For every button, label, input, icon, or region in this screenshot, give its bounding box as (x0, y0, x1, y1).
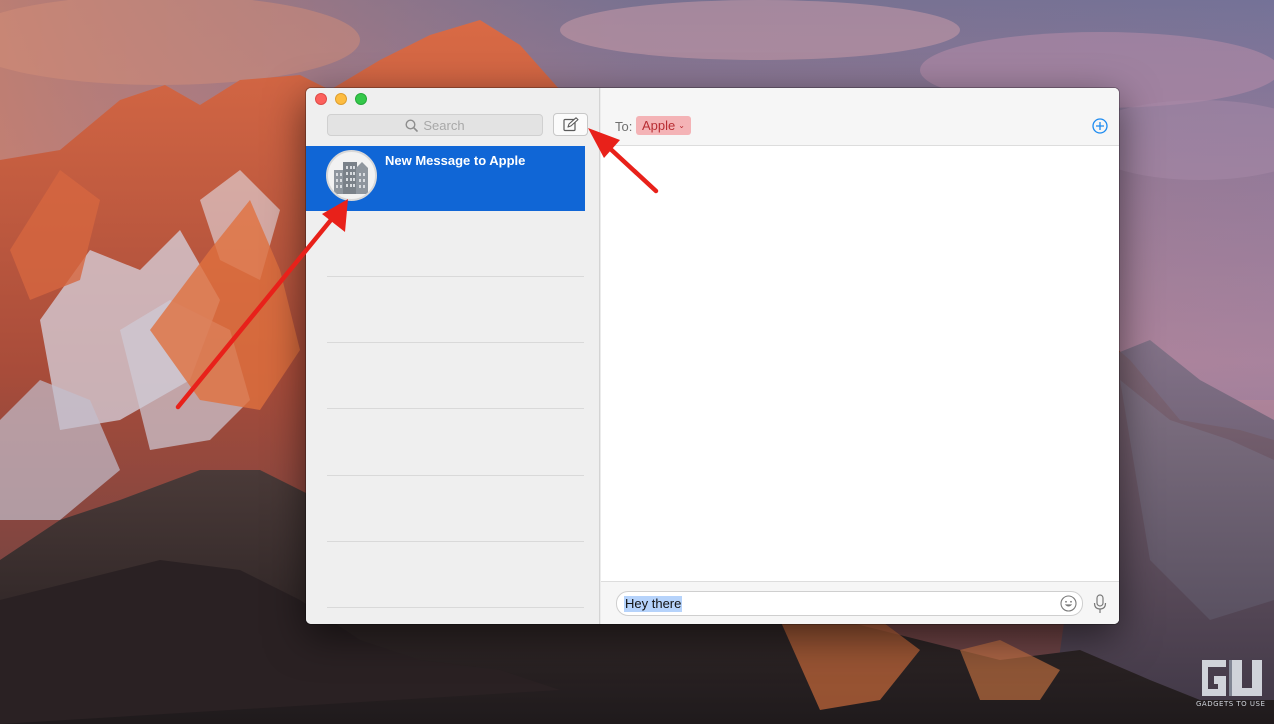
plus-circle-icon[interactable] (1092, 118, 1108, 134)
to-label: To: (615, 119, 633, 134)
search-field[interactable]: Search (327, 114, 543, 136)
message-composer: Hey there (601, 581, 1119, 624)
microphone-icon[interactable] (1093, 594, 1107, 614)
messages-window: Search New Message to Apple To: Apple ⌄ … (306, 88, 1119, 624)
conversation-sidebar: Search New Message to Apple (306, 88, 600, 624)
zoom-window-button[interactable] (355, 93, 367, 105)
watermark-logo: GADGETS TO USE (1196, 656, 1270, 716)
conversation-item-selected[interactable]: New Message to Apple (306, 146, 585, 211)
recipient-name: Apple (642, 118, 676, 133)
message-input-text: Hey there (624, 596, 683, 612)
emoji-icon[interactable] (1060, 595, 1077, 612)
recipient-header: To: Apple ⌄ (601, 88, 1119, 146)
chevron-down-icon: ⌄ (678, 121, 685, 130)
message-pane: To: Apple ⌄ Hey there (601, 88, 1119, 624)
compose-new-message-button[interactable] (553, 113, 588, 136)
message-transcript (601, 147, 1119, 581)
message-input[interactable]: Hey there (616, 591, 1083, 616)
close-window-button[interactable] (315, 93, 327, 105)
conversation-title: New Message to Apple (385, 153, 526, 168)
minimize-window-button[interactable] (335, 93, 347, 105)
recipient-token[interactable]: Apple ⌄ (636, 116, 691, 135)
search-icon (405, 118, 419, 132)
gadgets-to-use-logo (1196, 656, 1268, 700)
search-placeholder: Search (423, 117, 465, 133)
list-separator (327, 475, 584, 476)
list-separator (327, 342, 584, 343)
list-separator (327, 541, 584, 542)
business-building-icon (326, 150, 377, 201)
list-separator (327, 408, 584, 409)
watermark-caption: GADGETS TO USE (1196, 700, 1266, 708)
window-controls (315, 93, 367, 105)
list-separator (327, 276, 584, 277)
list-separator (327, 607, 584, 608)
compose-icon (562, 117, 579, 132)
